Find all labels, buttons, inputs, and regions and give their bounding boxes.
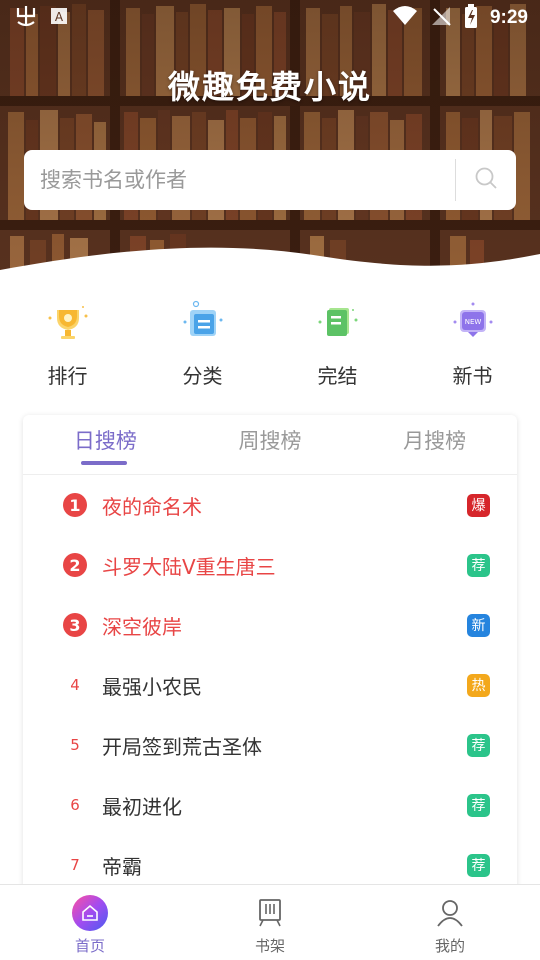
search-input[interactable] — [40, 168, 455, 192]
search-bar[interactable] — [24, 150, 516, 210]
ranking-tabs: 日搜榜 周搜榜 月搜榜 — [23, 415, 517, 475]
category-label: 完结 — [317, 364, 358, 388]
category-new[interactable]: NEW 新书 — [405, 290, 540, 400]
nav-label: 我的 — [434, 937, 465, 955]
home-icon — [70, 893, 110, 933]
nav-bookshelf[interactable]: 书架 — [180, 885, 360, 960]
bookshelf-icon — [250, 893, 290, 933]
category-classify[interactable]: 分类 — [135, 290, 270, 400]
tab-weekly-search[interactable]: 周搜榜 — [188, 415, 353, 474]
svg-text:A: A — [55, 10, 64, 24]
book-title: 开局签到荒古圣体 — [102, 734, 262, 759]
rank-number: 6 — [70, 796, 80, 814]
app-title: 微趣免费小说 — [167, 68, 372, 106]
ranking-card: 日搜榜 周搜榜 月搜榜 1 夜的命名术 爆 2 斗罗大陆V重生唐三 荐 3 深空… — [23, 415, 517, 895]
rank-number: 4 — [70, 676, 80, 694]
ranking-item[interactable]: 5 开局签到荒古圣体 荐 — [23, 715, 517, 775]
nav-profile[interactable]: 我的 — [360, 885, 540, 960]
app-notification-icon — [14, 4, 38, 33]
recommend-badge: 荐 — [467, 853, 490, 877]
recommend-badge: 荐 — [467, 553, 490, 577]
recommend-badge: 荐 — [467, 733, 490, 757]
trophy-icon — [43, 296, 93, 346]
rank-number: 7 — [70, 856, 80, 874]
rank-number: 3 — [63, 613, 87, 637]
book-title: 深空彼岸 — [102, 614, 182, 639]
status-bar: A 9:29 — [0, 0, 540, 36]
tab-daily-search[interactable]: 日搜榜 — [23, 415, 188, 474]
rank-number: 5 — [70, 736, 80, 754]
svg-text:NEW: NEW — [464, 318, 481, 326]
search-icon — [474, 166, 498, 194]
search-button[interactable] — [456, 150, 516, 210]
nav-home[interactable]: 首页 — [0, 885, 180, 960]
recommend-badge: 荐 — [467, 793, 490, 817]
hot-badge: 爆 — [467, 493, 490, 517]
category-label: 分类 — [182, 364, 223, 388]
wifi-icon — [392, 5, 418, 32]
clock: 9:29 — [489, 7, 528, 28]
ranking-item[interactable]: 1 夜的命名术 爆 — [23, 475, 517, 535]
category-completed[interactable]: 完结 — [270, 290, 405, 400]
new-book-icon: NEW — [448, 296, 498, 346]
category-label: 新书 — [452, 364, 493, 388]
category-icon — [178, 296, 228, 346]
book-title: 帝霸 — [102, 854, 142, 879]
ranking-item[interactable]: 3 深空彼岸 新 — [23, 595, 517, 655]
nav-label: 书架 — [254, 937, 285, 955]
book-title: 最初进化 — [102, 794, 182, 819]
rank-number: 1 — [63, 493, 87, 517]
completed-book-icon — [313, 296, 363, 346]
category-shortcuts: 排行 分类 完结 NEW 新书 — [0, 290, 540, 400]
a-box-icon: A — [50, 7, 68, 30]
ranking-item[interactable]: 6 最初进化 荐 — [23, 775, 517, 835]
category-ranking[interactable]: 排行 — [0, 290, 135, 400]
active-tab-indicator — [81, 461, 127, 465]
header-banner — [0, 0, 540, 290]
book-title: 斗罗大陆V重生唐三 — [102, 554, 276, 579]
ranking-item[interactable]: 2 斗罗大陆V重生唐三 荐 — [23, 535, 517, 595]
category-label: 排行 — [47, 364, 88, 388]
book-title: 夜的命名术 — [102, 494, 202, 519]
book-title: 最强小农民 — [102, 674, 202, 699]
rank-number: 2 — [63, 553, 87, 577]
battery-icon — [464, 3, 478, 33]
profile-icon — [430, 893, 470, 933]
bottom-navigation: 首页 书架 我的 — [0, 884, 540, 960]
header-wave-divider — [0, 247, 540, 290]
trending-badge: 热 — [467, 673, 490, 697]
ranking-list: 1 夜的命名术 爆 2 斗罗大陆V重生唐三 荐 3 深空彼岸 新 4 最强小农民… — [23, 475, 517, 895]
no-signal-icon — [430, 5, 452, 32]
ranking-item[interactable]: 4 最强小农民 热 — [23, 655, 517, 715]
nav-label: 首页 — [74, 937, 105, 955]
tab-monthly-search[interactable]: 月搜榜 — [352, 415, 517, 474]
new-badge: 新 — [467, 613, 490, 637]
